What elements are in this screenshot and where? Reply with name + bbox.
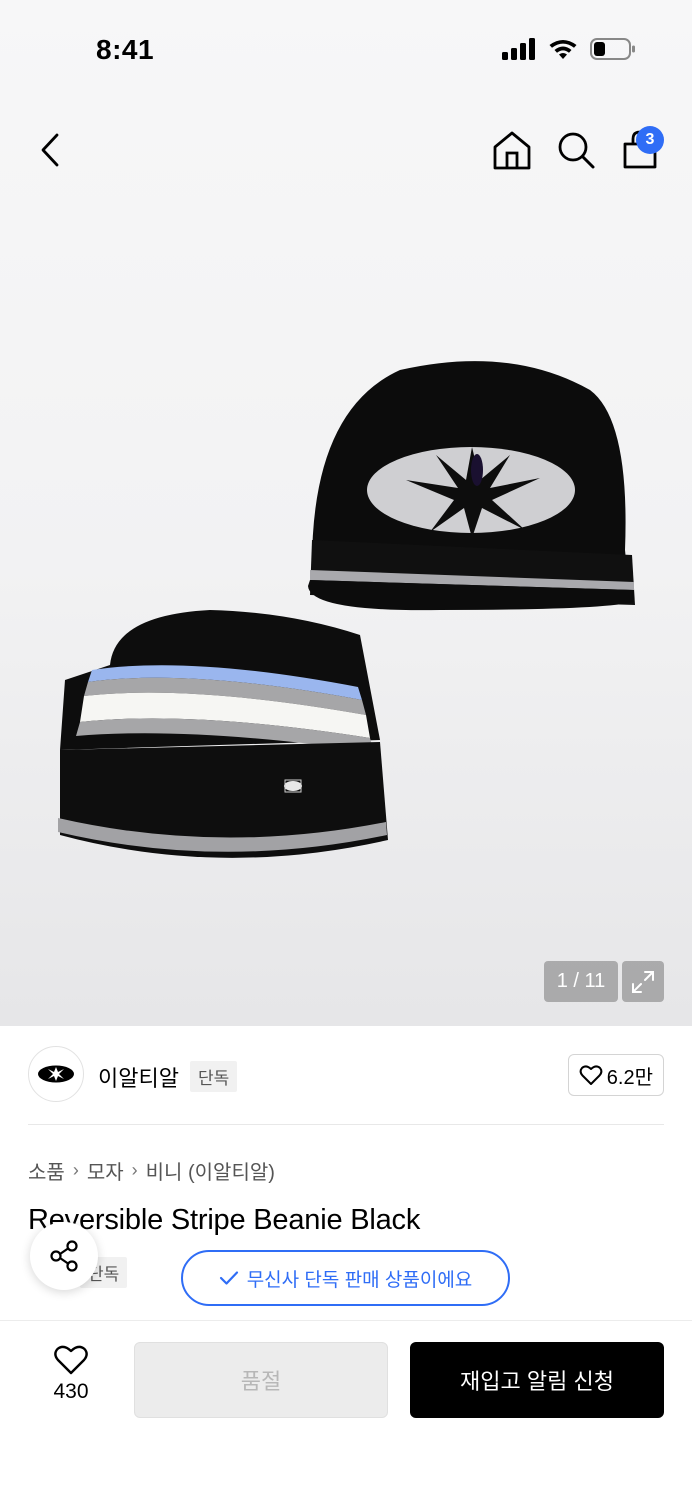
home-icon bbox=[493, 131, 531, 170]
product-image-gallery[interactable]: 8:41 3 1 / 11 bbox=[0, 0, 692, 1026]
product-image bbox=[58, 361, 635, 858]
divider bbox=[28, 1124, 664, 1125]
chevron-right-icon: › bbox=[131, 1160, 138, 1180]
expand-button[interactable] bbox=[622, 961, 664, 1002]
share-button[interactable] bbox=[30, 1222, 98, 1290]
brand-row: 이알티알 단독 6.2만 bbox=[28, 1046, 664, 1104]
signal-icon bbox=[502, 38, 535, 60]
brand-logo-icon bbox=[38, 1065, 74, 1083]
share-icon bbox=[50, 1240, 78, 1272]
breadcrumb-item-accessories[interactable]: 소품 bbox=[28, 1156, 65, 1185]
search-icon bbox=[558, 132, 595, 169]
heart-icon bbox=[54, 1345, 88, 1375]
beanie-front-image bbox=[58, 610, 388, 858]
image-counter: 1 / 11 bbox=[544, 961, 618, 1002]
chevron-right-icon: › bbox=[72, 1160, 79, 1180]
breadcrumb-item-beanie[interactable]: 비니 (이알티알) bbox=[146, 1156, 275, 1185]
brand-name[interactable]: 이알티알 bbox=[98, 1061, 179, 1093]
restock-alert-button[interactable]: 재입고 알림 신청 bbox=[410, 1342, 664, 1418]
exclusive-notice-banner: 무신사 단독 판매 상품이에요 bbox=[181, 1250, 510, 1306]
heart-icon bbox=[579, 1065, 603, 1085]
breadcrumb: 소품 › 모자 › 비니 (이알티알) bbox=[28, 1156, 275, 1185]
search-button[interactable] bbox=[554, 128, 598, 172]
status-time: 8:41 bbox=[96, 34, 155, 65]
check-icon bbox=[219, 1271, 238, 1285]
expand-icon bbox=[632, 970, 654, 993]
chevron-left-icon bbox=[41, 133, 59, 167]
brand-like-button[interactable]: 6.2만 bbox=[567, 1054, 664, 1096]
exclusive-notice-text: 무신사 단독 판매 상품이에요 bbox=[246, 1269, 473, 1291]
brand-exclusive-tag: 단독 bbox=[190, 1061, 238, 1092]
wifi-icon bbox=[549, 40, 577, 59]
breadcrumb-item-hats[interactable]: 모자 bbox=[87, 1156, 124, 1185]
status-icons bbox=[502, 38, 636, 60]
home-button[interactable] bbox=[490, 128, 534, 172]
back-button[interactable] bbox=[30, 128, 70, 172]
cart-count-badge: 3 bbox=[636, 126, 664, 154]
soldout-button: 품절 bbox=[134, 1342, 388, 1418]
battery-icon bbox=[590, 38, 635, 60]
brand-logo[interactable] bbox=[28, 1046, 84, 1102]
brand-like-count: 6.2만 bbox=[606, 1066, 653, 1089]
product-like-count: 430 bbox=[53, 1380, 89, 1403]
product-like-button[interactable]: 430 bbox=[36, 1344, 106, 1414]
beanie-back-image bbox=[308, 361, 635, 611]
